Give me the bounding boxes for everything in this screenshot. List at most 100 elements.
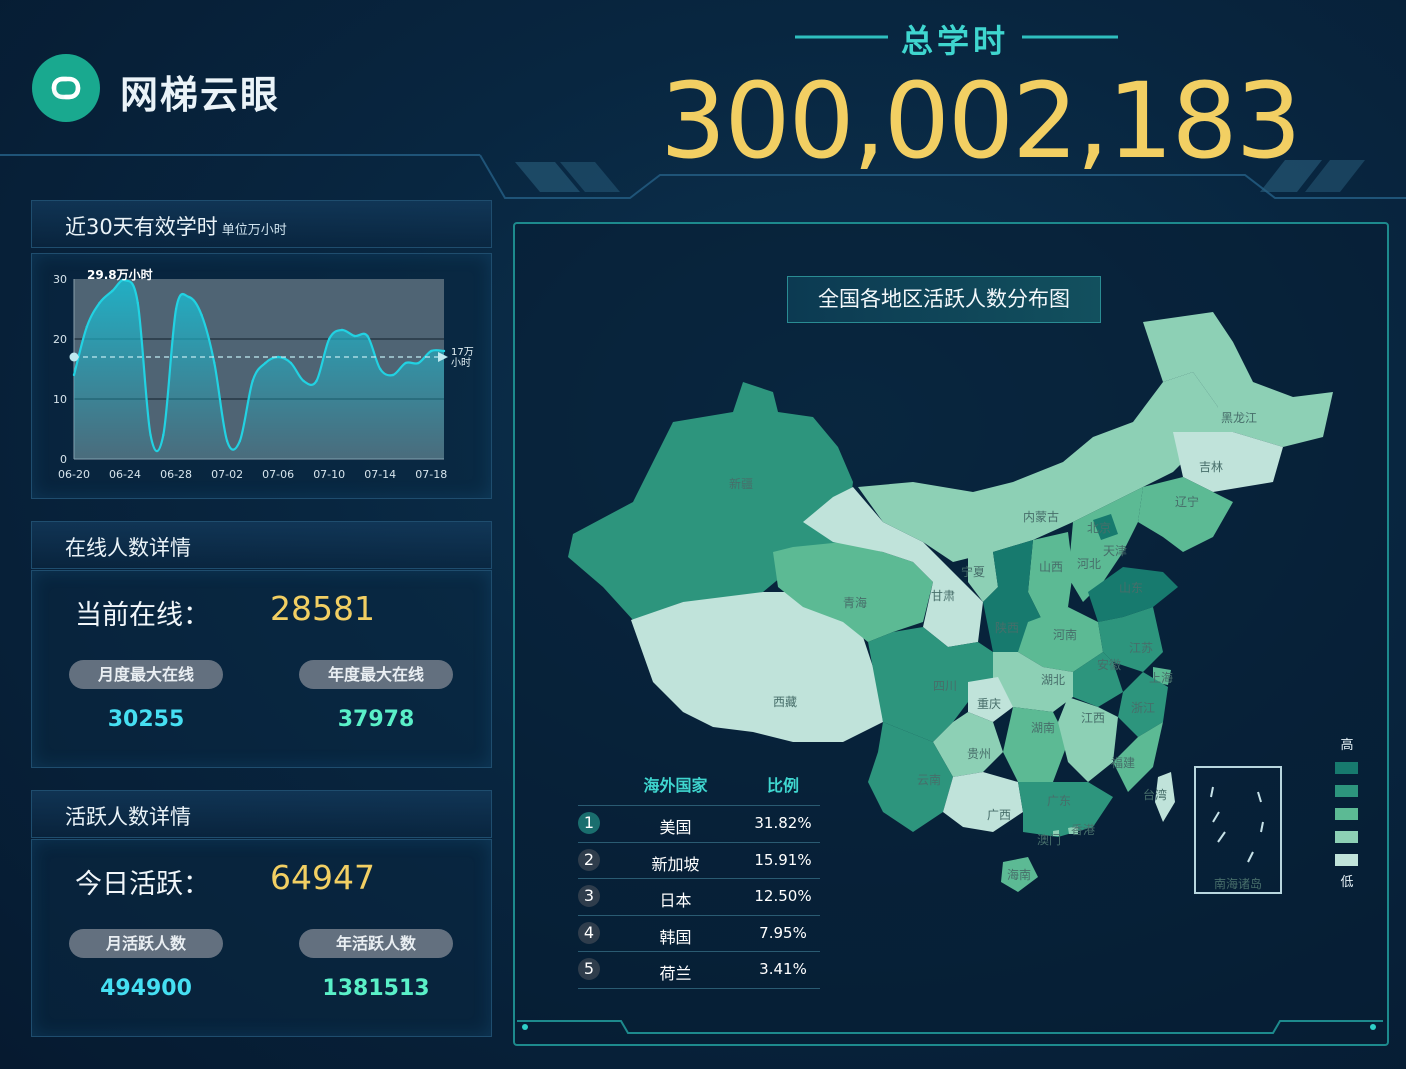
country-ratio: 12.50% xyxy=(754,887,812,905)
province-label: 澳门 xyxy=(1037,832,1061,847)
data-point xyxy=(251,379,254,383)
south-china-sea-dashes xyxy=(1210,786,1264,863)
data-point xyxy=(264,361,267,365)
ranking-row: 3 日本 12.50% xyxy=(578,878,820,915)
data-point xyxy=(136,301,139,305)
province-label: 北京 xyxy=(1087,521,1111,535)
province-label: 河南 xyxy=(1053,627,1077,642)
data-point xyxy=(315,379,318,383)
province-label: 吉林 xyxy=(1199,460,1223,474)
country-name: 韩国 xyxy=(659,927,692,947)
data-point xyxy=(225,439,229,443)
region-hunan[interactable] xyxy=(1003,707,1068,782)
total-hours-label: 总学时 xyxy=(900,22,1009,60)
data-point xyxy=(366,334,369,338)
data-point xyxy=(379,367,382,371)
province-label: 天津 xyxy=(1103,544,1127,558)
current-online-value: 28581 xyxy=(270,589,375,628)
rank-badge: 2 xyxy=(578,848,600,871)
rank-badge: 1 xyxy=(578,812,600,834)
data-point xyxy=(162,433,165,437)
country-name: 新加坡 xyxy=(651,854,700,874)
legend-swatch[interactable] xyxy=(1335,762,1358,774)
region-jiangxi[interactable] xyxy=(1058,697,1118,782)
y-tick-label: 0 xyxy=(60,453,67,466)
average-line-start xyxy=(69,352,79,362)
province-label: 福建 xyxy=(1111,755,1135,770)
province-label: 西藏 xyxy=(773,695,797,709)
x-tick-label: 07-02 xyxy=(211,468,243,481)
province-label: 上海 xyxy=(1149,670,1173,685)
province-label: 山东 xyxy=(1119,581,1143,595)
inset-label: 南海诸岛 xyxy=(1214,876,1262,891)
province-label: 陕西 xyxy=(995,620,1019,635)
region-guangdong[interactable] xyxy=(1018,782,1113,837)
province-label: 台湾 xyxy=(1143,787,1167,802)
province-label: 湖北 xyxy=(1041,672,1065,687)
x-tick-label: 07-06 xyxy=(262,468,294,481)
province-label: 广西 xyxy=(987,808,1011,822)
total-hours-value: 300,002,183 xyxy=(660,60,1302,182)
province-label: 山西 xyxy=(1039,560,1063,574)
country-name: 荷兰 xyxy=(659,964,692,983)
active-panel: 今日活跃： 64947 月活跃人数 年活跃人数 494900 1381513 xyxy=(31,839,492,1037)
data-point xyxy=(200,313,203,317)
data-point xyxy=(417,361,420,365)
year-max-online-value: 37978 xyxy=(337,707,415,732)
data-point xyxy=(327,337,331,341)
country-name: 日本 xyxy=(659,891,692,910)
month-max-online-value: 30255 xyxy=(107,707,185,732)
data-point xyxy=(187,295,191,299)
province-label: 内蒙古 xyxy=(1023,509,1059,524)
data-point xyxy=(111,289,114,293)
online-panel: 当前在线： 28581 月度最大在线 年度最大在线 30255 37978 xyxy=(31,570,492,768)
data-point xyxy=(289,361,293,365)
active-header: 活跃人数详情 xyxy=(31,790,492,838)
peak-annotation: 29.8万小时 xyxy=(87,267,153,282)
legend-swatch[interactable] xyxy=(1335,808,1358,820)
data-point xyxy=(213,361,216,365)
legend-swatch[interactable] xyxy=(1335,785,1358,797)
today-active-value: 64947 xyxy=(270,858,375,897)
data-point xyxy=(98,301,101,305)
online-title: 在线人数详情 xyxy=(65,536,191,560)
province-label: 浙江 xyxy=(1131,701,1155,715)
study-hours-header: 近30天有效学时 单位万小时 xyxy=(31,200,492,248)
month-active-value: 494900 xyxy=(100,976,192,1001)
col-country-header: 海外国家 xyxy=(643,776,708,795)
province-label: 香港 xyxy=(1071,823,1095,837)
legend-swatch[interactable] xyxy=(1335,831,1358,843)
country-ratio: 15.91% xyxy=(754,850,812,869)
data-point xyxy=(442,349,446,353)
average-label-line1: 17万 xyxy=(451,347,474,358)
province-label: 广东 xyxy=(1047,794,1071,808)
data-point xyxy=(149,433,152,437)
y-tick-label: 30 xyxy=(53,273,67,286)
province-label: 黑龙江 xyxy=(1221,411,1257,425)
ranking-row: 2 新加坡 15.91% xyxy=(578,841,820,879)
legend-swatch[interactable] xyxy=(1335,854,1358,866)
province-label: 河北 xyxy=(1077,557,1101,571)
province-label: 辽宁 xyxy=(1175,494,1199,509)
province-label: 四川 xyxy=(933,679,957,693)
country-ratio: 31.82% xyxy=(754,814,812,832)
province-label: 宁夏 xyxy=(961,564,985,579)
year-active-label: 年活跃人数 xyxy=(299,929,453,958)
data-point xyxy=(430,349,433,353)
data-point xyxy=(276,355,280,359)
average-label-line2: 小时 xyxy=(451,357,471,369)
country-ratio: 3.41% xyxy=(759,960,807,978)
study-hours-panel: 17万 小时 29.8万小时 0 10 20 30 06-20 06-24 06-28 07-02 0… xyxy=(31,253,492,499)
y-tick-label: 20 xyxy=(53,333,67,346)
province-label: 甘肃 xyxy=(931,589,955,603)
legend-low-label: 低 xyxy=(1340,875,1353,890)
province-label: 重庆 xyxy=(977,697,1001,711)
study-hours-title: 近30天有效学时 xyxy=(65,215,218,239)
region-guangxi[interactable] xyxy=(943,772,1023,832)
province-label: 新疆 xyxy=(729,476,753,491)
ranking-row: 1 美国 31.82% xyxy=(578,805,820,842)
online-header: 在线人数详情 xyxy=(31,521,492,569)
province-label: 贵州 xyxy=(967,747,991,761)
map-legend[interactable] xyxy=(1335,762,1358,866)
province-label: 安徽 xyxy=(1097,657,1121,672)
